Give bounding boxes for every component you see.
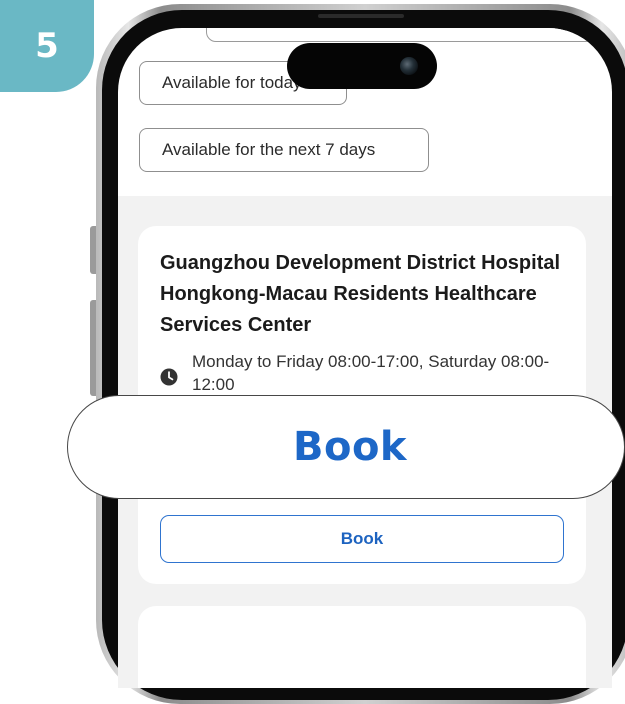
hospital-card-next <box>138 606 586 688</box>
phone-screen: Available for today Available for the ne… <box>118 28 612 688</box>
step-number-badge: 5 <box>0 0 94 92</box>
search-input[interactable] <box>206 28 612 42</box>
opening-hours-text: Monday to Friday 08:00-17:00, Saturday 0… <box>192 352 550 390</box>
book-button[interactable]: Book <box>160 515 564 563</box>
callout-book-label: Book <box>292 424 408 470</box>
hospital-name: Guangzhou Development District Hospital … <box>160 252 561 336</box>
clock-icon <box>160 368 178 386</box>
book-button-magnified-callout: Book <box>67 395 625 499</box>
opening-hours-row: Monday to Friday 08:00-17:00, Saturday 0… <box>158 350 578 390</box>
phone-speaker-grille <box>318 14 404 18</box>
dynamic-island <box>287 43 437 89</box>
filter-chip-available-next-7-days[interactable]: Available for the next 7 days <box>139 128 429 172</box>
front-camera-icon <box>400 57 418 75</box>
